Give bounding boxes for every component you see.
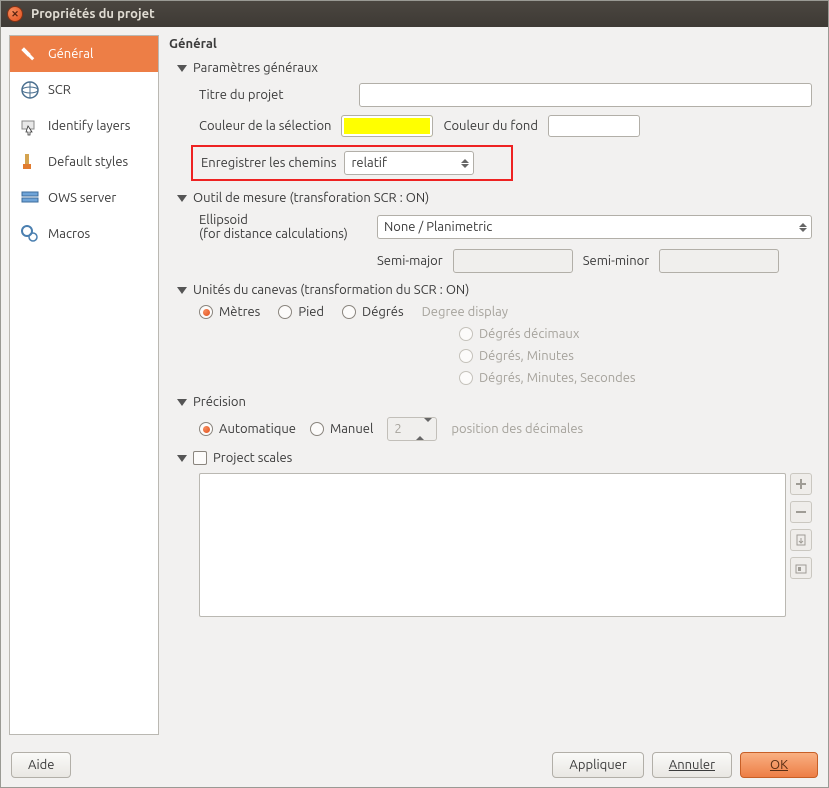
radio-deg-min-sec: Dégrés, Minutes, Secondes xyxy=(459,371,812,385)
sidebar-item-label: OWS server xyxy=(48,191,116,205)
section-label: Unités du canevas (transformation du SCR… xyxy=(193,283,469,297)
section-project-scales[interactable]: Project scales xyxy=(177,451,812,465)
radio-metres[interactable]: Mètres xyxy=(199,305,260,319)
scales-listbox[interactable] xyxy=(199,473,786,617)
ellipsoid-combo[interactable]: None / Planimetric xyxy=(377,215,812,239)
section-general-params[interactable]: Paramètres généraux xyxy=(177,61,812,75)
radio-deg-decimal: Dégrés décimaux xyxy=(459,327,812,341)
combo-value: None / Planimetric xyxy=(384,220,492,234)
globe-icon xyxy=(20,80,40,100)
sidebar-item-label: Général xyxy=(48,47,93,61)
label-semi-minor: Semi-minor xyxy=(583,254,649,268)
radio-label: Dégrés xyxy=(362,305,404,319)
gears-icon xyxy=(20,224,40,244)
decimal-places-stepper: 2 xyxy=(387,417,437,441)
page-title: Général xyxy=(169,37,812,51)
section-measure-tool[interactable]: Outil de mesure (transforation SCR : ON) xyxy=(177,191,812,205)
triangle-icon xyxy=(177,195,187,202)
radio-degres[interactable]: Dégrés xyxy=(342,305,404,319)
button-bar: Aide Appliquer Annuler OK xyxy=(1,743,828,787)
semi-minor-input xyxy=(659,249,779,273)
selection-color-button[interactable] xyxy=(341,115,433,137)
help-button[interactable]: Aide xyxy=(11,752,71,778)
radio-label: Dégrés, Minutes xyxy=(479,349,574,363)
radio-label: Mètres xyxy=(219,305,260,319)
brush-icon xyxy=(20,152,40,172)
sidebar-item-label: Identify layers xyxy=(48,119,130,133)
radio-manual[interactable]: Manuel xyxy=(310,422,373,436)
sidebar-item-scr[interactable]: SCR xyxy=(10,72,158,108)
save-paths-combo[interactable]: relatif xyxy=(344,151,474,175)
combo-value: relatif xyxy=(351,156,386,170)
project-title-input[interactable] xyxy=(359,83,812,107)
radio-pied[interactable]: Pied xyxy=(278,305,324,319)
label-save-paths: Enregistrer les chemins xyxy=(201,156,336,170)
sidebar-item-label: Default styles xyxy=(48,155,128,169)
sidebar-item-ows-server[interactable]: OWS server xyxy=(10,180,158,216)
background-color-button[interactable] xyxy=(548,115,640,137)
radio-label: Manuel xyxy=(330,422,373,436)
label-project-title: Titre du projet xyxy=(199,88,349,102)
scales-toolbar xyxy=(790,473,812,617)
apply-button[interactable]: Appliquer xyxy=(552,752,643,778)
triangle-icon xyxy=(177,455,187,462)
content-panel: Général Paramètres généraux Titre du pro… xyxy=(161,35,820,735)
spinner-arrows-icon xyxy=(416,422,432,436)
label-background-color: Couleur du fond xyxy=(443,119,537,133)
add-scale-button[interactable] xyxy=(790,473,812,495)
section-label: Project scales xyxy=(213,451,292,465)
remove-scale-button[interactable] xyxy=(790,501,812,523)
semi-major-input xyxy=(453,249,573,273)
label-ellipsoid-2: (for distance calculations) xyxy=(199,227,367,241)
spinner-arrows-icon xyxy=(799,223,807,232)
project-scales-checkbox[interactable] xyxy=(193,451,207,465)
save-paths-highlight: Enregistrer les chemins relatif xyxy=(191,145,513,181)
sidebar-item-identify[interactable]: Identify layers xyxy=(10,108,158,144)
close-icon[interactable]: ✕ xyxy=(7,6,23,22)
import-scales-button[interactable] xyxy=(790,529,812,551)
section-canvas-units[interactable]: Unités du canevas (transformation du SCR… xyxy=(177,283,812,297)
sidebar-item-general[interactable]: Général xyxy=(10,36,158,72)
label-degree-display: Degree display xyxy=(422,305,508,319)
sidebar: Général SCR Identify layers Default styl… xyxy=(9,35,159,735)
label-semi-major: Semi-major xyxy=(377,254,443,268)
label-selection-color: Couleur de la sélection xyxy=(199,119,331,133)
label-decimal-suffix: position des décimales xyxy=(451,422,583,436)
triangle-icon xyxy=(177,287,187,294)
radio-label: Pied xyxy=(298,305,324,319)
triangle-icon xyxy=(177,399,187,406)
dialog-body: Général SCR Identify layers Default styl… xyxy=(1,27,828,743)
server-icon xyxy=(20,188,40,208)
spinner-value: 2 xyxy=(394,422,401,436)
radio-automatic[interactable]: Automatique xyxy=(199,422,296,436)
label-ellipsoid-1: Ellipsoid xyxy=(199,213,367,227)
window-title: Propriétés du projet xyxy=(31,7,155,21)
spinner-arrows-icon xyxy=(461,159,469,168)
section-label: Outil de mesure (transforation SCR : ON) xyxy=(193,191,429,205)
sidebar-item-label: Macros xyxy=(48,227,90,241)
wrench-icon xyxy=(20,44,40,64)
radio-deg-minutes: Dégrés, Minutes xyxy=(459,349,812,363)
section-precision[interactable]: Précision xyxy=(177,395,812,409)
dialog-window: ✕ Propriétés du projet Général SCR Ide xyxy=(0,0,829,788)
radio-label: Dégrés, Minutes, Secondes xyxy=(479,371,636,385)
cancel-button[interactable]: Annuler xyxy=(652,752,732,778)
titlebar: ✕ Propriétés du projet xyxy=(1,1,828,27)
radio-label: Dégrés décimaux xyxy=(479,327,579,341)
section-label: Précision xyxy=(193,395,246,409)
layers-identify-icon xyxy=(20,116,40,136)
sidebar-item-default-styles[interactable]: Default styles xyxy=(10,144,158,180)
export-scales-button[interactable] xyxy=(790,557,812,579)
triangle-icon xyxy=(177,65,187,72)
section-label: Paramètres généraux xyxy=(193,61,318,75)
sidebar-item-macros[interactable]: Macros xyxy=(10,216,158,252)
sidebar-item-label: SCR xyxy=(48,83,71,97)
radio-label: Automatique xyxy=(219,422,296,436)
ok-button[interactable]: OK xyxy=(740,752,818,778)
